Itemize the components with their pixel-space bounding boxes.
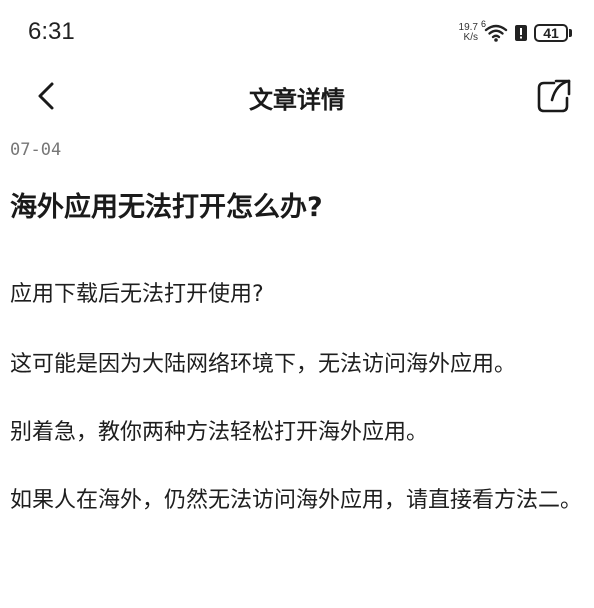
status-bar: 6:31 19.7 K/s 6 41 <box>0 0 594 64</box>
page-title: 文章详情 <box>249 86 345 114</box>
status-time: 6:31 <box>28 18 75 45</box>
share-button[interactable] <box>534 76 574 116</box>
article-date: 07-04 <box>10 140 62 160</box>
battery-indicator: 41 <box>534 24 572 42</box>
status-icons: 19.7 K/s 6 41 <box>459 19 572 46</box>
alert-icon <box>514 23 528 43</box>
header: 文章详情 <box>0 64 594 128</box>
article: 07-04 海外应用无法打开怎么办? 应用下载后无法打开使用? 这可能是因为大陆… <box>10 140 584 520</box>
article-paragraph: 如果人在海外，仍然无法访问海外应用，请直接看方法二。 <box>10 488 583 513</box>
article-paragraph: 这可能是因为大陆网络环境下，无法访问海外应用。 <box>10 352 517 377</box>
battery-level: 41 <box>534 24 568 42</box>
battery-tip <box>569 29 572 37</box>
article-title: 海外应用无法打开怎么办? <box>10 192 323 223</box>
network-speed: 19.7 K/s <box>459 23 478 43</box>
wifi-icon: 6 <box>481 19 508 43</box>
article-paragraph: 应用下载后无法打开使用? <box>10 282 264 307</box>
article-paragraph: 别着急，教你两种方法轻松打开海外应用。 <box>10 420 429 445</box>
signal-label: 6 <box>481 19 487 29</box>
share-icon <box>537 79 571 113</box>
network-speed-unit: K/s <box>463 32 478 43</box>
